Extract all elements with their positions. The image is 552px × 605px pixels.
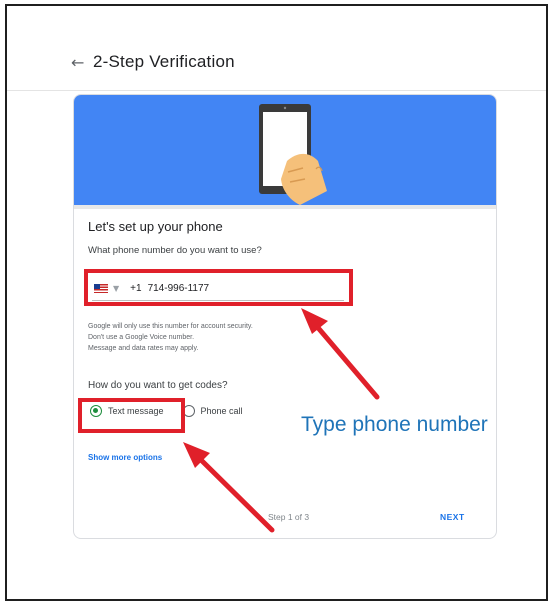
page-header: ← 2-Step Verification — [71, 52, 235, 72]
phone-in-hand-illustration — [74, 104, 496, 209]
phone-highlight-box — [84, 269, 353, 306]
disclaimer-line: Message and data rates may apply. — [88, 345, 199, 352]
setup-title: Let's set up your phone — [88, 219, 223, 234]
codes-question: How do you want to get codes? — [88, 380, 228, 391]
text-message-highlight-box — [78, 398, 185, 433]
phone-call-label[interactable]: Phone call — [201, 406, 243, 416]
phone-banner — [74, 95, 496, 209]
setup-card: Let's set up your phone What phone numbe… — [73, 94, 497, 539]
next-button[interactable]: NEXT — [440, 512, 465, 522]
step-indicator: Step 1 of 3 — [268, 512, 310, 522]
disclaimer-line: Don't use a Google Voice number. — [88, 334, 195, 341]
show-more-options-link[interactable]: Show more options — [88, 453, 162, 462]
disclaimer-line: Google will only use this number for acc… — [88, 323, 253, 330]
phone-disclaimer: Google will only use this number for acc… — [88, 321, 253, 354]
header-divider — [7, 90, 546, 91]
annotation-caption: Type phone number — [301, 413, 488, 436]
page-title: 2-Step Verification — [93, 52, 235, 71]
arrow-left-icon[interactable]: ← — [71, 53, 93, 72]
phone-question: What phone number do you want to use? — [88, 245, 262, 256]
